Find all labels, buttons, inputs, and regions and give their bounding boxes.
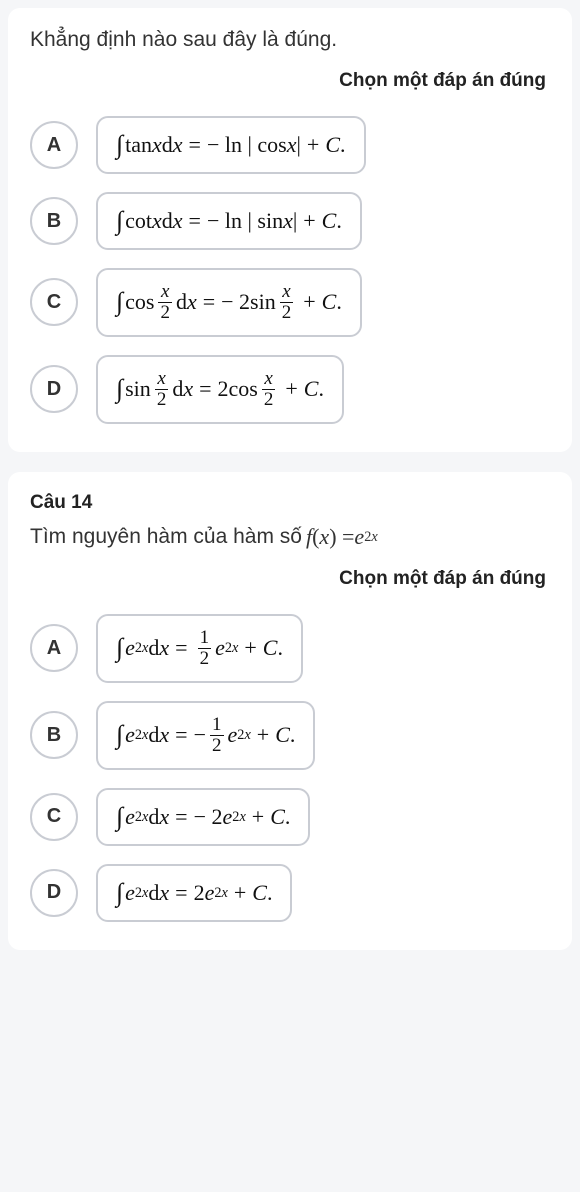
option-letter: A <box>30 121 78 169</box>
option-letter: B <box>30 197 78 245</box>
question-text: Tìm nguyên hàm của hàm số f ( x ) = e2x <box>30 524 550 550</box>
option-letter: A <box>30 624 78 672</box>
question-card-14: Câu 14 Tìm nguyên hàm của hàm số f ( x )… <box>8 472 572 950</box>
question-number: Câu 14 <box>30 492 550 514</box>
option-b[interactable]: B ∫e2x dx =−12e2x+C. <box>30 701 550 770</box>
option-formula: ∫e2x dx =12e2x+C. <box>96 614 303 683</box>
option-letter: D <box>30 869 78 917</box>
option-formula: ∫cotxdx =− ln | sinx |+C. <box>96 192 362 250</box>
option-formula: ∫cosx2dx =− 2sinx2+C. <box>96 268 362 337</box>
option-letter: C <box>30 793 78 841</box>
question-text: Khẳng định nào sau đây là đúng. <box>30 28 550 52</box>
instruction-text: Chọn một đáp án đúng <box>30 568 546 590</box>
options-list: A ∫e2x dx =12e2x+C. B ∫e2x dx =−12e2x+C.… <box>30 614 550 922</box>
options-list: A ∫tanxdx =− ln | cosx |+C. B ∫cotxdx =−… <box>30 116 550 424</box>
option-letter: C <box>30 278 78 326</box>
option-formula: ∫e2x dx =−12e2x+C. <box>96 701 315 770</box>
instruction-text: Chọn một đáp án đúng <box>30 70 546 92</box>
option-formula: ∫e2x dx =2e2x+C. <box>96 864 292 922</box>
option-formula: ∫sinx2dx =2cosx2+C. <box>96 355 344 424</box>
option-a[interactable]: A ∫tanxdx =− ln | cosx |+C. <box>30 116 550 174</box>
option-d[interactable]: D ∫e2x dx =2e2x+C. <box>30 864 550 922</box>
question-text-prefix: Tìm nguyên hàm của hàm số <box>30 525 302 549</box>
option-d[interactable]: D ∫sinx2dx =2cosx2+C. <box>30 355 550 424</box>
option-letter: D <box>30 365 78 413</box>
option-b[interactable]: B ∫cotxdx =− ln | sinx |+C. <box>30 192 550 250</box>
option-c[interactable]: C ∫cosx2dx =− 2sinx2+C. <box>30 268 550 337</box>
option-a[interactable]: A ∫e2x dx =12e2x+C. <box>30 614 550 683</box>
option-formula: ∫tanxdx =− ln | cosx |+C. <box>96 116 366 174</box>
question-card-13: Khẳng định nào sau đây là đúng. Chọn một… <box>8 8 572 452</box>
option-c[interactable]: C ∫e2x dx =− 2e2x+C. <box>30 788 550 846</box>
option-letter: B <box>30 711 78 759</box>
option-formula: ∫e2x dx =− 2e2x+C. <box>96 788 310 846</box>
